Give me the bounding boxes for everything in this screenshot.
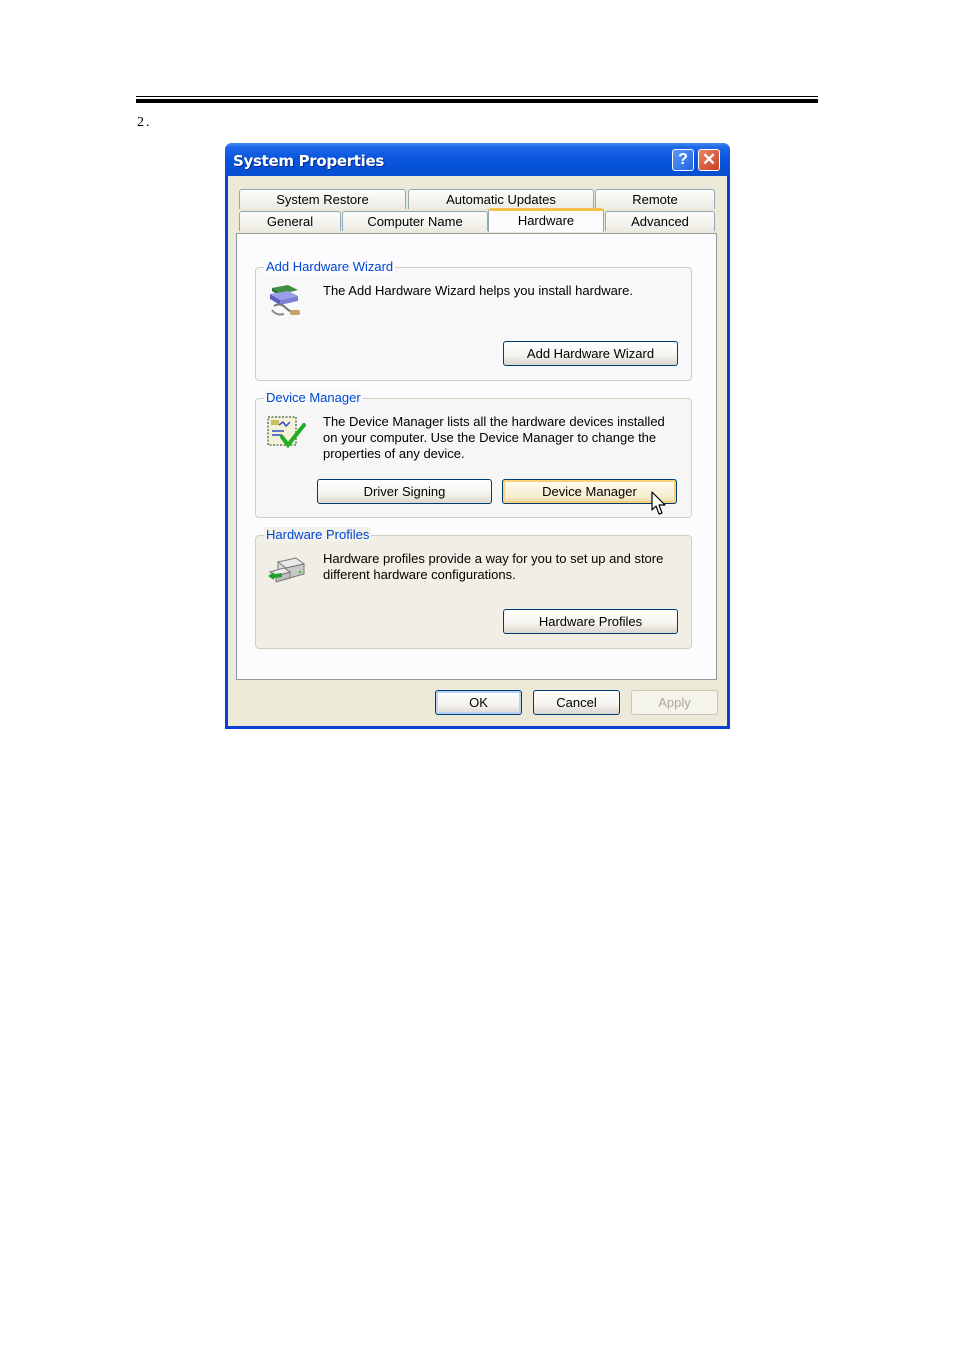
cancel-button[interactable]: Cancel bbox=[533, 690, 620, 715]
group-legend: Add Hardware Wizard bbox=[264, 259, 396, 274]
add-hardware-wizard-description: The Add Hardware Wizard helps you instal… bbox=[323, 283, 633, 298]
description-line: different hardware configurations. bbox=[323, 567, 516, 582]
tab-system-restore[interactable]: System Restore bbox=[239, 189, 406, 209]
ok-button[interactable]: OK bbox=[435, 690, 522, 715]
device-manager-description: The Device Manager lists all the hardwar… bbox=[323, 414, 678, 462]
dialog-client-area: System Restore Automatic Updates Remote … bbox=[228, 176, 727, 726]
apply-button[interactable]: Apply bbox=[631, 690, 718, 715]
tab-label: System Restore bbox=[276, 192, 369, 207]
close-button[interactable]: ✕ bbox=[698, 149, 720, 171]
description-line: on your computer. Use the Device Manager… bbox=[323, 430, 657, 445]
description-line: The Device Manager lists all the hardwar… bbox=[323, 414, 665, 429]
tab-computer-name[interactable]: Computer Name bbox=[342, 211, 488, 231]
add-hardware-wizard-group: Add Hardware Wizard The Add Hardware Wiz… bbox=[255, 259, 692, 381]
driver-signing-button[interactable]: Driver Signing bbox=[317, 479, 492, 504]
tab-label: Automatic Updates bbox=[446, 192, 556, 207]
add-hardware-wizard-icon bbox=[270, 285, 300, 316]
tab-general[interactable]: General bbox=[239, 211, 341, 231]
title-bar[interactable]: System Properties ? ✕ bbox=[225, 143, 730, 176]
close-icon: ✕ bbox=[701, 150, 717, 169]
tab-label: Computer Name bbox=[367, 214, 463, 229]
description-line: properties of any device. bbox=[323, 446, 465, 461]
device-manager-icon bbox=[267, 416, 306, 449]
tab-hardware[interactable]: Hardware bbox=[488, 208, 604, 232]
tab-remote[interactable]: Remote bbox=[595, 189, 715, 209]
tab-label: Advanced bbox=[631, 214, 689, 229]
device-manager-group: Device Manager The Device Manager lists … bbox=[255, 390, 692, 518]
hardware-profiles-button[interactable]: Hardware Profiles bbox=[503, 609, 678, 634]
step-number: 2. bbox=[137, 115, 152, 130]
window-title: System Properties bbox=[233, 152, 385, 170]
tab-label: Hardware bbox=[517, 213, 575, 228]
help-icon: ? bbox=[678, 151, 688, 168]
tab-advanced[interactable]: Advanced bbox=[605, 211, 715, 231]
tab-label: Remote bbox=[632, 192, 678, 207]
system-properties-dialog: System Properties ? ✕ System Restore Aut… bbox=[225, 143, 730, 729]
hardware-tab-panel: Add Hardware Wizard The Add Hardware Wiz… bbox=[236, 233, 717, 680]
hardware-profiles-group: Hardware Profiles Hardware profiles prov… bbox=[255, 527, 692, 649]
tab-label: General bbox=[266, 214, 314, 229]
header-rule-thin bbox=[136, 96, 818, 97]
header-rule-thick bbox=[136, 99, 818, 103]
description-line: Hardware profiles provide a way for you … bbox=[323, 551, 664, 566]
help-button[interactable]: ? bbox=[672, 149, 694, 171]
mouse-pointer-icon bbox=[651, 491, 666, 515]
tab-automatic-updates[interactable]: Automatic Updates bbox=[408, 189, 594, 209]
hardware-profiles-description: Hardware profiles provide a way for you … bbox=[323, 551, 678, 583]
add-hardware-wizard-button[interactable]: Add Hardware Wizard bbox=[503, 341, 678, 366]
group-legend: Hardware Profiles bbox=[264, 527, 372, 542]
hardware-profiles-icon bbox=[268, 557, 306, 583]
group-legend: Device Manager bbox=[264, 390, 363, 405]
